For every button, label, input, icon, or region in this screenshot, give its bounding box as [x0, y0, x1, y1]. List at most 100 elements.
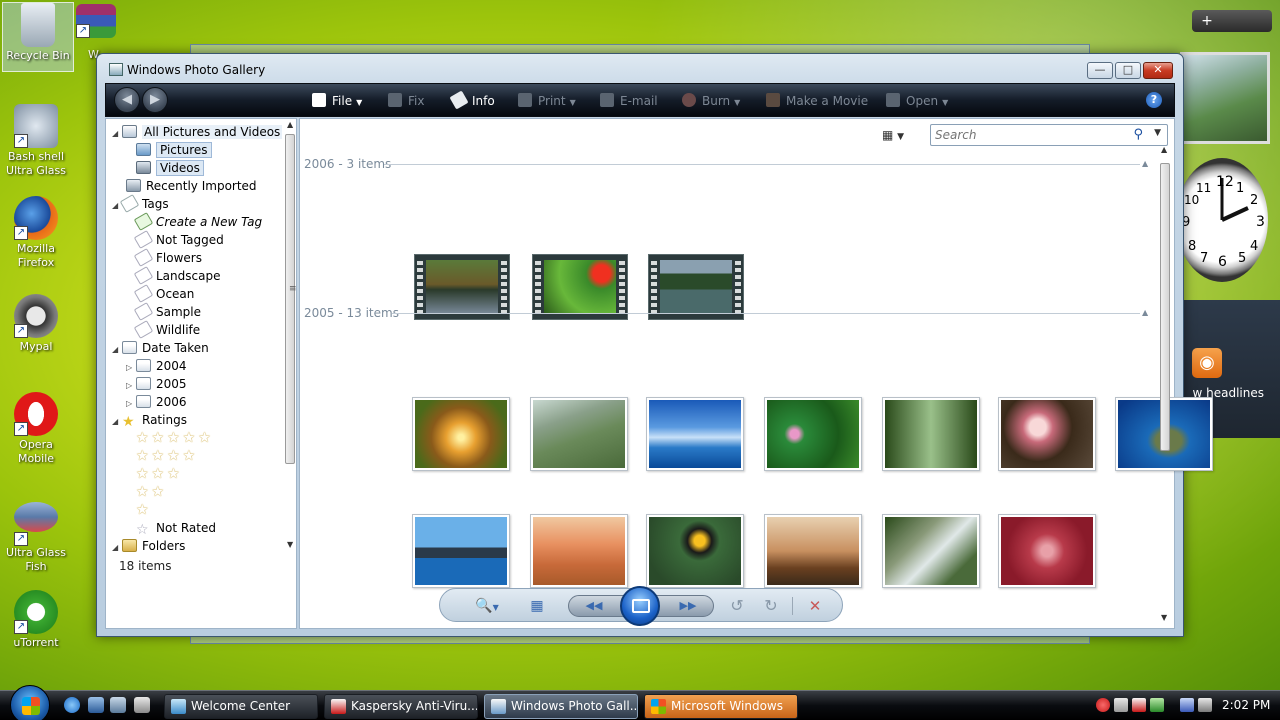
tree-item-pictures[interactable]: Pictures	[136, 141, 212, 159]
rotate-clockwise-button[interactable]: ↻	[760, 596, 782, 616]
tree-item-landscape[interactable]: Landscape	[133, 266, 220, 285]
next-button[interactable]: ▶▶	[674, 596, 702, 616]
video-thumbnail-butterfly[interactable]	[532, 254, 628, 320]
tree-item-not-rated[interactable]: ☆ Not Rated	[136, 519, 216, 537]
file-menu-button[interactable]: File ▼	[312, 84, 362, 118]
help-icon[interactable]: ?	[1146, 92, 1162, 108]
tree-item-wildlife[interactable]: Wildlife	[133, 320, 200, 339]
tree-item-ratings[interactable]: ◢ ★ Ratings	[112, 411, 187, 429]
fix-button[interactable]: Fix	[388, 84, 424, 118]
tree-item-folders[interactable]: ◢ Folders	[112, 537, 185, 555]
burn-button[interactable]: Burn ▼	[682, 84, 740, 118]
tree-item-ocean[interactable]: Ocean	[133, 284, 194, 303]
title-bar[interactable]: Windows Photo Gallery — □ ✕	[97, 54, 1183, 84]
play-slideshow-button[interactable]	[620, 586, 660, 626]
video-thumbnail-bear[interactable]	[414, 254, 510, 320]
kaspersky-tray-icon[interactable]	[1132, 698, 1146, 712]
rating-4-stars[interactable]: ★★★★	[136, 447, 198, 465]
tree-item-tags[interactable]: ◢ Tags	[112, 194, 169, 213]
rating-1-star[interactable]: ★	[136, 501, 152, 519]
desktop-icon-opera-mobile[interactable]: ↗ Opera Mobile	[0, 392, 72, 466]
collapse-group-icon[interactable]: ▲	[1142, 308, 1148, 317]
switch-windows-icon[interactable]	[110, 697, 126, 713]
thumbnail-scrollbar[interactable]: ▲ ▼	[1157, 141, 1173, 629]
search-options-chevron-icon[interactable]: ▼	[1154, 128, 1161, 138]
navigation-scrollbar[interactable]: ▲ ▼	[283, 118, 297, 552]
delete-button[interactable]: ✕	[804, 596, 826, 616]
scroll-down-arrow-icon[interactable]: ▼	[1161, 613, 1167, 622]
photo-thumbnail-autumn-tree[interactable]	[412, 397, 510, 471]
tree-item-2006[interactable]: ▷ 2006	[126, 393, 187, 411]
task-windows-photo-gallery[interactable]: Windows Photo Gall...	[484, 694, 638, 719]
quick-launch-app-icon[interactable]	[134, 697, 150, 713]
photo-thumbnail-creek[interactable]	[530, 397, 628, 471]
rating-5-stars[interactable]: ★★★★★	[136, 429, 214, 447]
rating-3-stars[interactable]: ★★★	[136, 465, 183, 483]
desktop-icon-recycle-bin[interactable]: Recycle Bin	[2, 2, 74, 72]
desktop-icon-mypal[interactable]: ↗ Mypal	[0, 294, 72, 354]
open-button[interactable]: Open ▼	[886, 84, 948, 118]
tree-item-sample[interactable]: Sample	[133, 302, 201, 321]
email-button[interactable]: E-mail	[600, 84, 658, 118]
taskbar-clock[interactable]: 2:02 PM	[1222, 698, 1270, 712]
photo-thumbnail-frangipani[interactable]	[998, 397, 1096, 471]
video-thumbnail-lake[interactable]	[648, 254, 744, 320]
back-button[interactable]: ◀	[114, 87, 140, 113]
previous-button[interactable]: ◀◀	[580, 596, 608, 616]
scroll-down-arrow-icon[interactable]: ▼	[287, 540, 293, 549]
tree-item-flowers[interactable]: Flowers	[133, 248, 202, 267]
search-input[interactable]	[931, 125, 1121, 145]
tree-item-all-pictures-and-videos[interactable]: ◢ All Pictures and Videos	[112, 123, 283, 141]
photo-thumbnail-red-leaves[interactable]	[998, 514, 1096, 588]
minimize-button[interactable]: —	[1087, 62, 1113, 79]
tree-item-date-taken[interactable]: ◢ Date Taken	[112, 339, 209, 357]
forward-button[interactable]: ▶	[142, 87, 168, 113]
search-icon[interactable]: ⚲	[1133, 127, 1143, 142]
task-welcome-center[interactable]: Welcome Center	[164, 694, 318, 719]
search-box[interactable]: ⚲ ▼	[930, 124, 1168, 146]
scrollbar-thumb[interactable]	[1160, 163, 1170, 451]
network-icon[interactable]	[1180, 698, 1194, 712]
photo-thumbnail-waterfall[interactable]	[882, 514, 980, 588]
tree-item-recently-imported[interactable]: Recently Imported	[126, 177, 257, 195]
clock-gadget[interactable]: 12 3 6 1 2 4 5 7 8 9 10 11	[1174, 158, 1270, 282]
scroll-up-arrow-icon[interactable]: ▲	[287, 120, 293, 129]
zoom-button[interactable]: 🔍▼	[470, 596, 504, 616]
collapse-group-icon[interactable]: ▲	[1142, 159, 1148, 168]
tray-app-icon[interactable]	[1114, 698, 1128, 712]
scroll-up-arrow-icon[interactable]: ▲	[1161, 145, 1167, 154]
photo-thumbnail-toucan[interactable]	[646, 514, 744, 588]
pane-splitter[interactable]: ≡	[289, 284, 297, 294]
desktop-icon-utorrent[interactable]: ↗ uTorrent	[0, 590, 72, 650]
show-desktop-icon[interactable]	[88, 697, 104, 713]
photo-thumbnail-pink-flowers[interactable]	[764, 397, 862, 471]
desktop-icon-bash-shell[interactable]: ↗ Bash shell Ultra Glass	[0, 104, 72, 178]
view-options-button[interactable]: ▦ ▼	[882, 128, 914, 144]
info-button[interactable]: Info	[449, 84, 495, 118]
desktop-icon-ultra-glass-fish[interactable]: ↗ Ultra Glass Fish	[0, 502, 72, 574]
photo-thumbnail-whale-tail[interactable]	[412, 514, 510, 588]
internet-explorer-icon[interactable]	[64, 697, 80, 713]
tree-item-2004[interactable]: ▷ 2004	[126, 357, 187, 375]
make-a-movie-button[interactable]: Make a Movie	[766, 84, 868, 118]
start-button[interactable]	[10, 685, 50, 720]
task-microsoft-windows[interactable]: Microsoft Windows	[644, 694, 798, 719]
slideshow-gadget[interactable]	[1180, 52, 1270, 144]
photo-thumbnail-sky-water[interactable]	[646, 397, 744, 471]
rotate-counterclockwise-button[interactable]: ↺	[726, 596, 748, 616]
volume-muted-icon[interactable]	[1198, 698, 1212, 712]
group-header-2005[interactable]: 2005 - 13 items	[304, 306, 399, 324]
close-button[interactable]: ✕	[1143, 62, 1173, 79]
tree-item-2005[interactable]: ▷ 2005	[126, 375, 187, 393]
scrollbar-thumb[interactable]	[285, 134, 295, 464]
print-button[interactable]: Print ▼	[518, 84, 576, 118]
task-kaspersky[interactable]: Kaspersky Anti-Viru...	[324, 694, 478, 719]
rating-2-stars[interactable]: ★★	[136, 483, 167, 501]
tree-item-create-a-new-tag[interactable]: Create a New Tag	[133, 212, 262, 231]
thumbnail-grid-button[interactable]: ▦	[526, 596, 548, 616]
photo-thumbnail-tree-sunset[interactable]	[764, 514, 862, 588]
add-gadget-button[interactable]: +	[1196, 12, 1218, 30]
desktop-icon-firefox[interactable]: ↗ Mozilla Firefox	[0, 196, 72, 270]
group-header-2006[interactable]: 2006 - 3 items	[304, 157, 391, 175]
security-alert-icon[interactable]	[1096, 698, 1110, 712]
